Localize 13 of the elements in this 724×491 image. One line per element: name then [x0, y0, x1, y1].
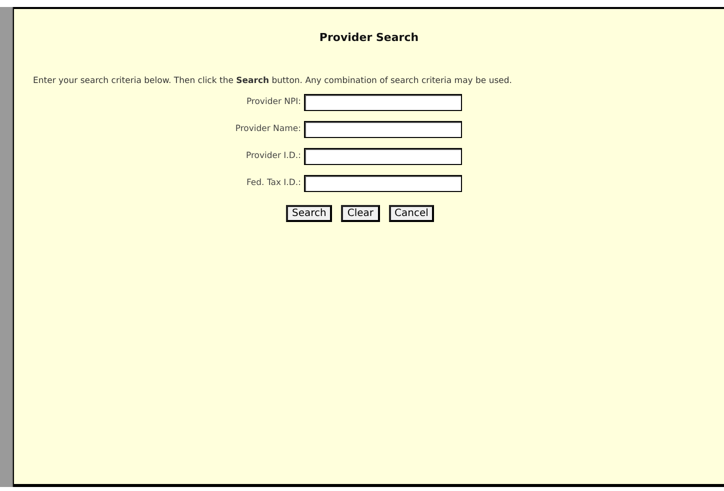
dialog-button[interactable]: Cancel — [388, 205, 434, 222]
text-field[interactable] — [304, 121, 462, 138]
field-label: Provider NPI: — [245, 96, 302, 110]
field-label: Provider Name: — [234, 123, 302, 136]
field-label: Provider I.D.: — [244, 150, 302, 164]
text-field[interactable] — [304, 148, 462, 166]
dialog-button[interactable]: Clear — [341, 205, 380, 222]
text-field[interactable] — [304, 94, 462, 112]
dialog-button[interactable]: Search — [286, 205, 332, 222]
dialog-title: Provider Search — [318, 30, 420, 46]
text-field[interactable] — [304, 175, 462, 192]
field-label: Fed. Tax I.D.: — [246, 177, 302, 190]
instructions-text: Enter your search criteria below. Then click the Search button. Any combination of search criteria may be used. — [33, 74, 512, 88]
